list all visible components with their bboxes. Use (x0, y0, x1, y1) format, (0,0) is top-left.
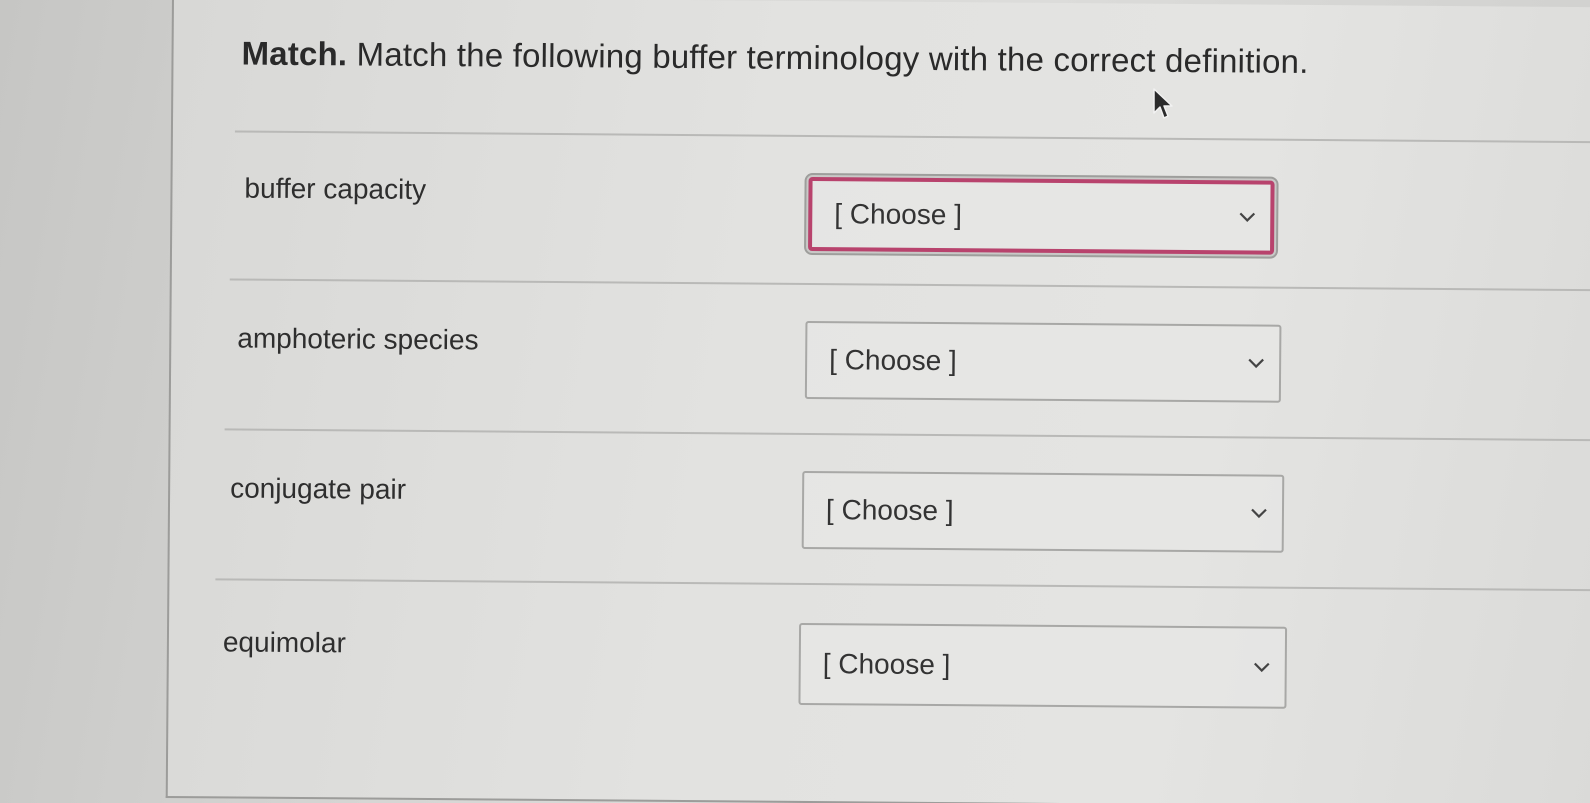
question-label: Match. (241, 34, 348, 73)
quiz-question-panel: Match. Match the following buffer termin… (165, 0, 1590, 803)
row-divider (234, 130, 1590, 144)
definition-select-amphoteric-species[interactable]: [ Choose ] (804, 320, 1282, 403)
term-buffer-capacity: buffer capacity (244, 172, 427, 206)
question-prompt: Match the following buffer terminology w… (356, 35, 1309, 80)
screen: Match. Match the following buffer termin… (0, 0, 1590, 803)
definition-select-buffer-capacity[interactable]: [ Choose ] (808, 177, 1275, 255)
term-conjugate-pair: conjugate pair (230, 472, 407, 505)
select-value: [ Choose ] (834, 198, 963, 231)
select-value: [ Choose ] (822, 648, 951, 681)
row-divider (215, 578, 1590, 592)
definition-select-equimolar[interactable]: [ Choose ] (798, 622, 1288, 709)
chevron-down-icon (1251, 508, 1267, 519)
definition-select-conjugate-pair[interactable]: [ Choose ] (801, 470, 1285, 553)
row-divider (224, 428, 1590, 442)
term-equimolar: equimolar (222, 626, 346, 659)
question-text: Match. Match the following buffer termin… (241, 35, 1308, 81)
term-amphoteric-species: amphoteric species (237, 322, 479, 356)
mouse-cursor-icon (1153, 88, 1173, 119)
chevron-down-icon (1254, 662, 1270, 673)
chevron-down-icon (1239, 212, 1256, 223)
chevron-down-icon (1248, 358, 1264, 369)
row-divider (229, 278, 1590, 292)
select-value: [ Choose ] (829, 344, 957, 377)
select-value: [ Choose ] (825, 494, 954, 527)
